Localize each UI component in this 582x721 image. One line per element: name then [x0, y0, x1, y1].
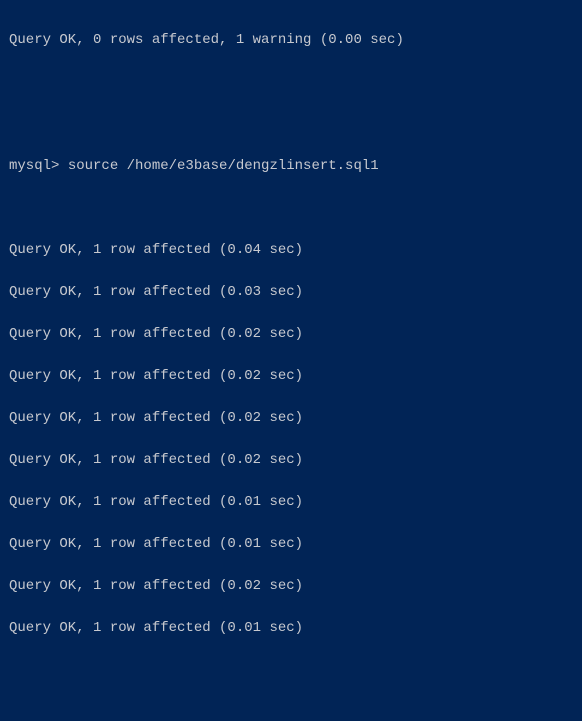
- query-ok-line: Query OK, 1 row affected (0.01 sec): [9, 492, 573, 513]
- blank-line: [9, 93, 573, 114]
- query-ok-line: Query OK, 1 row affected (0.02 sec): [9, 324, 573, 345]
- blank-line: [9, 597, 573, 618]
- blank-line: [9, 429, 573, 450]
- query-ok-line: Query OK, 1 row affected (0.02 sec): [9, 576, 573, 597]
- query-ok-line: Query OK, 1 row affected (0.02 sec): [9, 408, 573, 429]
- query-results: Query OK, 1 row affected (0.04 sec) Query…: [9, 240, 573, 660]
- blank-line: [9, 261, 573, 282]
- blank-line: [9, 387, 573, 408]
- terminal[interactable]: Query OK, 0 rows affected, 1 warning (0.…: [0, 0, 582, 721]
- blank-line: [9, 639, 573, 660]
- blank-line: [9, 555, 573, 576]
- query-ok-line: Query OK, 1 row affected (0.01 sec): [9, 618, 573, 639]
- command-line-1: mysql> source /home/e3base/dengzlinsert.…: [9, 156, 573, 177]
- partial-top-line: Query OK, 0 rows affected, 1 warning (0.…: [9, 30, 573, 51]
- blank-line: [9, 513, 573, 534]
- blank-line: [9, 303, 573, 324]
- mysql-prompt: mysql>: [9, 158, 68, 174]
- blank-line: [9, 345, 573, 366]
- query-ok-line: Query OK, 1 row affected (0.02 sec): [9, 366, 573, 387]
- query-ok-line: Query OK, 1 row affected (0.04 sec): [9, 240, 573, 261]
- query-ok-line: Query OK, 1 row affected (0.01 sec): [9, 534, 573, 555]
- query-ok-line: Query OK, 1 row affected (0.02 sec): [9, 450, 573, 471]
- blank-line: [9, 471, 573, 492]
- query-ok-line: Query OK, 1 row affected (0.03 sec): [9, 282, 573, 303]
- command-text-1: source /home/e3base/dengzlinsert.sql1: [68, 158, 379, 174]
